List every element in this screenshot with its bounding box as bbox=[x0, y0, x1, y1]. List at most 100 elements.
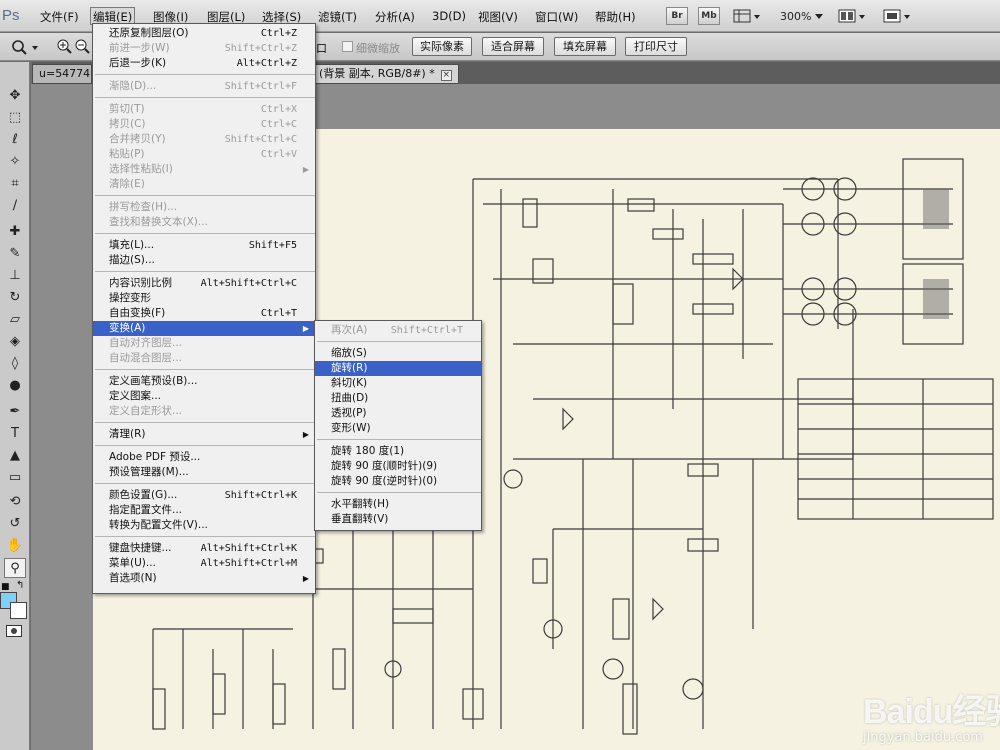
edit-menu-item-label: 预设管理器(M)... bbox=[109, 466, 189, 478]
quick-mask-icon[interactable] bbox=[6, 625, 22, 637]
bridge-button[interactable]: Br bbox=[666, 7, 688, 25]
menu-analysis[interactable]: 分析(A) bbox=[373, 8, 417, 26]
default-colors-icon[interactable]: ■ bbox=[1, 582, 10, 592]
tab-document-1[interactable]: u=54774 bbox=[32, 64, 92, 84]
transform-menu-item[interactable]: 旋转(R) bbox=[315, 361, 481, 376]
tab-document-2[interactable]: (背景 副本, RGB/8#) * × bbox=[312, 64, 459, 84]
zoom-dropdown-icon[interactable] bbox=[815, 14, 823, 19]
zoom-level[interactable]: 300% bbox=[780, 10, 811, 23]
edit-menu-item[interactable]: 定义画笔预设(B)... bbox=[93, 374, 315, 389]
arrange-documents-icon[interactable] bbox=[838, 8, 868, 27]
menu-separator bbox=[95, 195, 315, 196]
resize-windows-label: 口 bbox=[316, 42, 327, 55]
close-tab-icon[interactable]: × bbox=[440, 70, 452, 81]
eyedropper-tool-icon[interactable]: ∕ bbox=[4, 196, 26, 216]
3d-orbit-tool-icon[interactable]: ↺ bbox=[4, 514, 26, 534]
menu-separator bbox=[95, 369, 315, 370]
edit-menu-item[interactable]: Adobe PDF 预设... bbox=[93, 450, 315, 465]
history-brush-tool-icon[interactable]: ↻ bbox=[4, 288, 26, 308]
transform-menu-item[interactable]: 缩放(S) bbox=[315, 346, 481, 361]
transform-menu-item[interactable]: 水平翻转(H) bbox=[315, 497, 481, 512]
edit-menu-item: 定义自定形状... bbox=[93, 404, 315, 419]
actual-pixels-button[interactable]: 实际像素 bbox=[412, 37, 472, 56]
mini-bridge-button[interactable]: Mb bbox=[698, 7, 720, 25]
dodge-tool-icon[interactable]: ● bbox=[4, 376, 26, 396]
menu-window[interactable]: 窗口(W) bbox=[533, 8, 580, 26]
edit-menu-item[interactable]: 操控变形 bbox=[93, 291, 315, 306]
menu-view[interactable]: 视图(V) bbox=[476, 8, 520, 26]
menu-filter[interactable]: 滤镜(T) bbox=[316, 8, 359, 26]
transform-submenu: 再次(A) Shift+Ctrl+T 缩放(S) 旋转(R) 斜切(K) 扭曲(D) 透视(… bbox=[314, 320, 482, 531]
edit-menu-item-label: 拼写检查(H)... bbox=[109, 201, 178, 213]
edit-menu-item-label: Adobe PDF 预设... bbox=[109, 451, 201, 463]
edit-menu-item-label: 自动混合图层... bbox=[109, 352, 183, 364]
transform-menu-item[interactable]: 斜切(K) bbox=[315, 376, 481, 391]
pen-tool-icon[interactable]: ✒ bbox=[4, 402, 26, 422]
transform-menu-item[interactable]: 扭曲(D) bbox=[315, 391, 481, 406]
eraser-tool-icon[interactable]: ▱ bbox=[4, 310, 26, 330]
edit-menu-item[interactable]: 后退一步(K) Alt+Ctrl+Z bbox=[93, 56, 315, 71]
transform-menu-item-label: 透视(P) bbox=[331, 407, 367, 419]
background-color-swatch[interactable] bbox=[10, 602, 27, 619]
edit-menu-item[interactable]: 还原复制图层(O) Ctrl+Z bbox=[93, 26, 315, 41]
edit-menu-item[interactable]: 定义图案... bbox=[93, 389, 315, 404]
zoom-tool-selected-icon[interactable]: ⚲ bbox=[4, 558, 26, 578]
edit-menu-item-shortcut: Ctrl+X bbox=[260, 104, 297, 115]
edit-menu-item[interactable]: 变换(A) ▶ bbox=[93, 321, 315, 336]
edit-menu-item[interactable]: 描边(S)... bbox=[93, 253, 315, 268]
edit-menu-item[interactable]: 清理(R) ▶ bbox=[93, 427, 315, 442]
transform-menu-item-label: 变形(W) bbox=[331, 422, 371, 434]
zoom-in-icon[interactable] bbox=[56, 38, 72, 59]
edit-menu-item[interactable]: 填充(L)... Shift+F5 bbox=[93, 238, 315, 253]
zoom-tool-icon[interactable] bbox=[10, 38, 40, 59]
edit-menu-item[interactable]: 键盘快捷键... Alt+Shift+Ctrl+K bbox=[93, 541, 315, 556]
menu-help[interactable]: 帮助(H) bbox=[593, 8, 638, 26]
transform-menu-item[interactable]: 变形(W) bbox=[315, 421, 481, 436]
edit-menu-item[interactable]: 转换为配置文件(V)... bbox=[93, 518, 315, 533]
clone-stamp-tool-icon[interactable]: ⊥ bbox=[4, 266, 26, 286]
baidu-watermark: Baidu经验 jingyan.baidu.com bbox=[833, 684, 1000, 750]
type-tool-icon[interactable]: T bbox=[4, 424, 26, 444]
edit-menu-item-label: 定义自定形状... bbox=[109, 405, 183, 417]
edit-menu-item[interactable]: 预设管理器(M)... bbox=[93, 465, 315, 480]
3d-rotate-tool-icon[interactable]: ⟲ bbox=[4, 492, 26, 512]
edit-menu-item[interactable]: 自由变换(F) Ctrl+T bbox=[93, 306, 315, 321]
transform-menu-item[interactable]: 透视(P) bbox=[315, 406, 481, 421]
path-selection-tool-icon[interactable]: ▲ bbox=[4, 446, 26, 466]
scrubby-zoom-checkbox[interactable] bbox=[342, 41, 353, 52]
edit-menu-item: 拼写检查(H)... bbox=[93, 200, 315, 215]
fit-screen-button[interactable]: 适合屏幕 bbox=[482, 37, 544, 56]
shape-tool-icon[interactable]: ▭ bbox=[4, 468, 26, 488]
print-size-button[interactable]: 打印尺寸 bbox=[625, 37, 687, 56]
blur-tool-icon[interactable]: ◊ bbox=[4, 354, 26, 374]
screen-mode-icon[interactable] bbox=[883, 8, 913, 27]
menu-3d[interactable]: 3D(D) bbox=[430, 8, 468, 26]
crop-tool-icon[interactable]: ⌗ bbox=[4, 174, 26, 194]
swap-colors-icon[interactable]: ↰ bbox=[16, 580, 24, 591]
move-tool-icon[interactable]: ✥ bbox=[4, 86, 26, 106]
edit-menu-item[interactable]: 指定配置文件... bbox=[93, 503, 315, 518]
edit-menu-item-shortcut: Alt+Shift+Ctrl+K bbox=[200, 543, 297, 554]
edit-menu: 还原复制图层(O) Ctrl+Z 前进一步(W) Shift+Ctrl+Z 后退一步(K… bbox=[92, 23, 316, 594]
zoom-out-icon[interactable] bbox=[74, 38, 90, 59]
paint-bucket-tool-icon[interactable]: ◈ bbox=[4, 332, 26, 352]
lasso-tool-icon[interactable]: ℓ bbox=[4, 130, 26, 150]
brush-tool-icon[interactable]: ✎ bbox=[4, 244, 26, 264]
menu-file[interactable]: 文件(F) bbox=[38, 8, 81, 26]
transform-menu-item[interactable]: 旋转 90 度(逆时针)(0) bbox=[315, 474, 481, 489]
quick-select-tool-icon[interactable]: ✧ bbox=[4, 152, 26, 172]
hand-tool-icon[interactable]: ✋ bbox=[4, 536, 26, 556]
edit-menu-item[interactable]: 首选项(N) ▶ bbox=[93, 571, 315, 586]
marquee-tool-icon[interactable]: ⬚ bbox=[4, 108, 26, 128]
edit-menu-item[interactable]: 菜单(U)... Alt+Shift+Ctrl+M bbox=[93, 556, 315, 571]
healing-brush-tool-icon[interactable]: ✚ bbox=[4, 222, 26, 242]
transform-menu-item[interactable]: 旋转 180 度(1) bbox=[315, 444, 481, 459]
transform-menu-item[interactable]: 垂直翻转(V) bbox=[315, 512, 481, 527]
transform-menu-item[interactable]: 旋转 90 度(顺时针)(9) bbox=[315, 459, 481, 474]
edit-menu-item[interactable]: 颜色设置(G)... Shift+Ctrl+K bbox=[93, 488, 315, 503]
fill-screen-button[interactable]: 填充屏幕 bbox=[554, 37, 616, 56]
edit-menu-item-label: 定义图案... bbox=[109, 390, 162, 402]
edit-menu-item: 清除(E) bbox=[93, 177, 315, 192]
view-extras-icon[interactable] bbox=[733, 8, 761, 27]
edit-menu-item[interactable]: 内容识别比例 Alt+Shift+Ctrl+C bbox=[93, 276, 315, 291]
